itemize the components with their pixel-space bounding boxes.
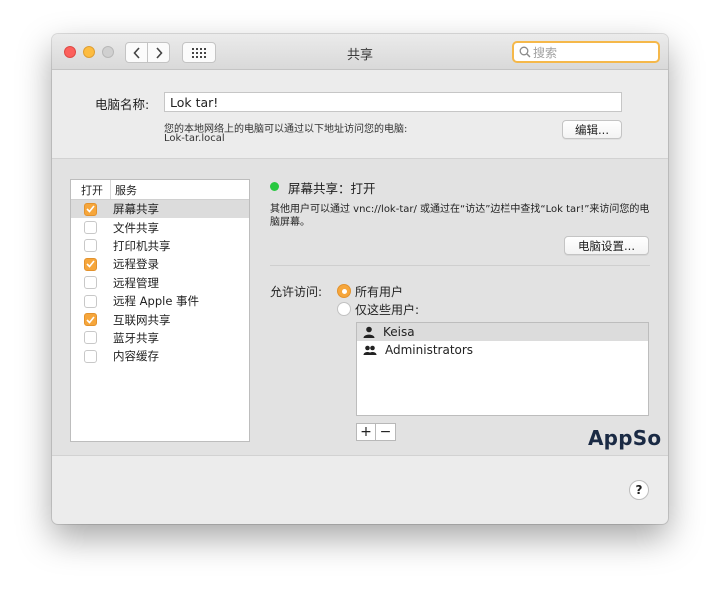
service-label: 远程 Apple 事件 [113,294,200,309]
service-label: 远程登录 [113,257,159,272]
service-row[interactable]: 远程 Apple 事件 [71,292,249,310]
users-list[interactable]: Keisa Administrators [356,322,649,416]
service-checkbox[interactable] [84,294,97,308]
service-checkbox[interactable] [84,349,97,363]
add-user-button[interactable]: + [356,423,376,441]
status-indicator [270,182,279,191]
status-text: 屏幕共享：打开 [288,181,376,196]
service-row[interactable]: 互联网共享 [71,310,249,328]
titlebar: 共享 搜索 [52,34,668,70]
services-header: 打开 服务 [71,180,249,200]
computer-name-field[interactable]: Lok tar! [164,92,622,112]
add-remove-buttons: + − [356,423,396,441]
service-checkbox[interactable] [84,202,97,216]
allow-access-label: 允许访问: [270,285,323,299]
services-list[interactable]: 打开 服务 屏幕共享文件共享打印机共享远程登录远程管理远程 Apple 事件 互联… [70,179,250,442]
sharing-window: 共享 搜索 电脑名称: Lok tar! 您的本地网络上的电脑可以通过以下地址访… [52,34,668,524]
service-checkbox[interactable] [84,239,97,253]
group-icon [363,345,377,355]
service-checkbox[interactable] [84,257,97,271]
service-row[interactable]: 文件共享 [71,218,249,236]
service-label: 文件共享 [113,220,159,235]
search-placeholder: 搜索 [533,45,558,60]
remove-user-button[interactable]: − [376,423,396,441]
service-checkbox[interactable] [84,276,97,290]
computer-settings-button[interactable]: 电脑设置... [564,236,649,255]
user-name: Keisa [383,325,415,339]
user-row[interactable]: Administrators [357,341,648,359]
search-input[interactable]: 搜索 [512,41,660,63]
user-icon [363,326,375,338]
service-checkbox[interactable] [84,313,97,327]
service-row[interactable]: 内容缓存 [71,347,249,365]
service-row[interactable]: 远程登录 [71,255,249,273]
service-label: 打印机共享 [113,238,171,253]
divider [270,265,650,266]
service-checkbox[interactable] [84,331,97,345]
computer-name-label: 电脑名称: [95,97,150,112]
column-service-header[interactable]: 服务 [111,182,137,198]
service-label: 蓝牙共享 [113,330,159,345]
checkmark-icon [86,205,95,213]
service-label: 内容缓存 [113,349,159,364]
checkmark-icon [86,260,95,269]
sharing-panel: 打开 服务 屏幕共享文件共享打印机共享远程登录远程管理远程 Apple 事件 互联… [52,158,668,456]
appso-watermark: AppSo [588,426,662,450]
help-button[interactable]: ? [629,480,649,500]
user-name: Administrators [385,343,474,357]
service-label: 屏幕共享 [113,202,159,217]
service-row[interactable]: 打印机共享 [71,237,249,255]
service-label: 互联网共享 [113,312,171,327]
service-row[interactable]: 远程管理 [71,274,249,292]
service-label: 远程管理 [113,275,159,290]
share-description: 其他用户可以通过 vnc://lok-tar/ 或通过在“访达”边栏中查找“Lo… [270,204,650,228]
radio-only-these-users[interactable] [337,302,351,316]
radio-only-these-users-label[interactable]: 仅这些用户: [355,301,419,318]
service-row[interactable]: 屏幕共享 [71,200,249,219]
radio-all-users[interactable] [337,284,351,298]
checkmark-icon [86,316,95,324]
service-row[interactable]: 蓝牙共享 [71,329,249,347]
user-row[interactable]: Keisa [357,323,648,341]
search-icon [519,46,531,58]
column-on-header[interactable]: 打开 [71,180,111,199]
edit-button[interactable]: 编辑... [562,120,622,139]
radio-all-users-label[interactable]: 所有用户 [355,283,403,300]
local-hostname: Lok-tar.local [164,133,225,144]
service-checkbox[interactable] [84,221,97,235]
